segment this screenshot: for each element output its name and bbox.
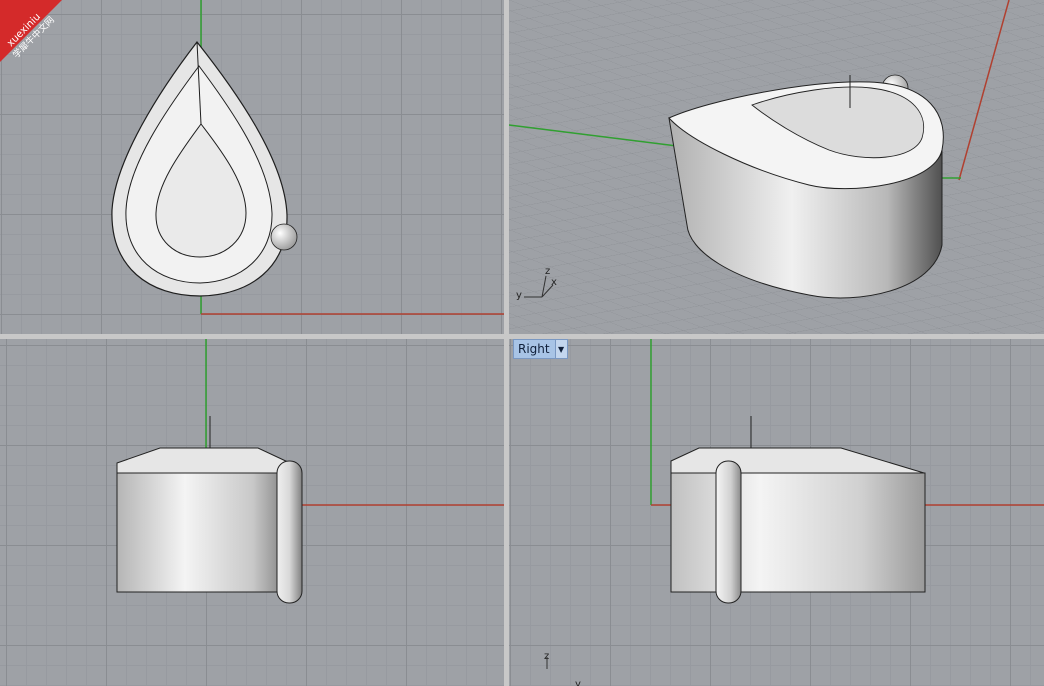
axis-label-y: y xyxy=(516,290,522,301)
bail-loop xyxy=(715,460,742,604)
right-viewport-scene: z y xyxy=(544,339,1044,686)
axis-label-y: y xyxy=(575,679,581,686)
perspective-viewport-scene: z x y xyxy=(509,0,1044,334)
axis-label-z: z xyxy=(545,266,550,277)
viewport-label-right[interactable]: Right ▼ xyxy=(513,339,568,359)
chevron-down-icon[interactable]: ▼ xyxy=(554,340,567,358)
pendant-body xyxy=(670,472,926,593)
viewport-label-text: Right xyxy=(518,342,550,356)
perspective-viewport[interactable]: z x y xyxy=(509,0,1044,334)
watermark-banner: xuexiniu 学犀牛中文网 xyxy=(0,0,62,62)
pendant-top-bevel xyxy=(670,447,925,474)
front-viewport-scene xyxy=(116,339,504,604)
right-viewport[interactable]: Right ▼ z y xyxy=(509,339,1044,686)
front-viewport[interactable] xyxy=(0,339,504,686)
bail-loop xyxy=(276,460,303,604)
bail-ball xyxy=(270,223,298,251)
pendant-body xyxy=(116,472,288,593)
pendant-top-bevel xyxy=(116,447,291,474)
axis-label-z: z xyxy=(544,651,549,662)
axis-label-x: x xyxy=(551,277,557,288)
